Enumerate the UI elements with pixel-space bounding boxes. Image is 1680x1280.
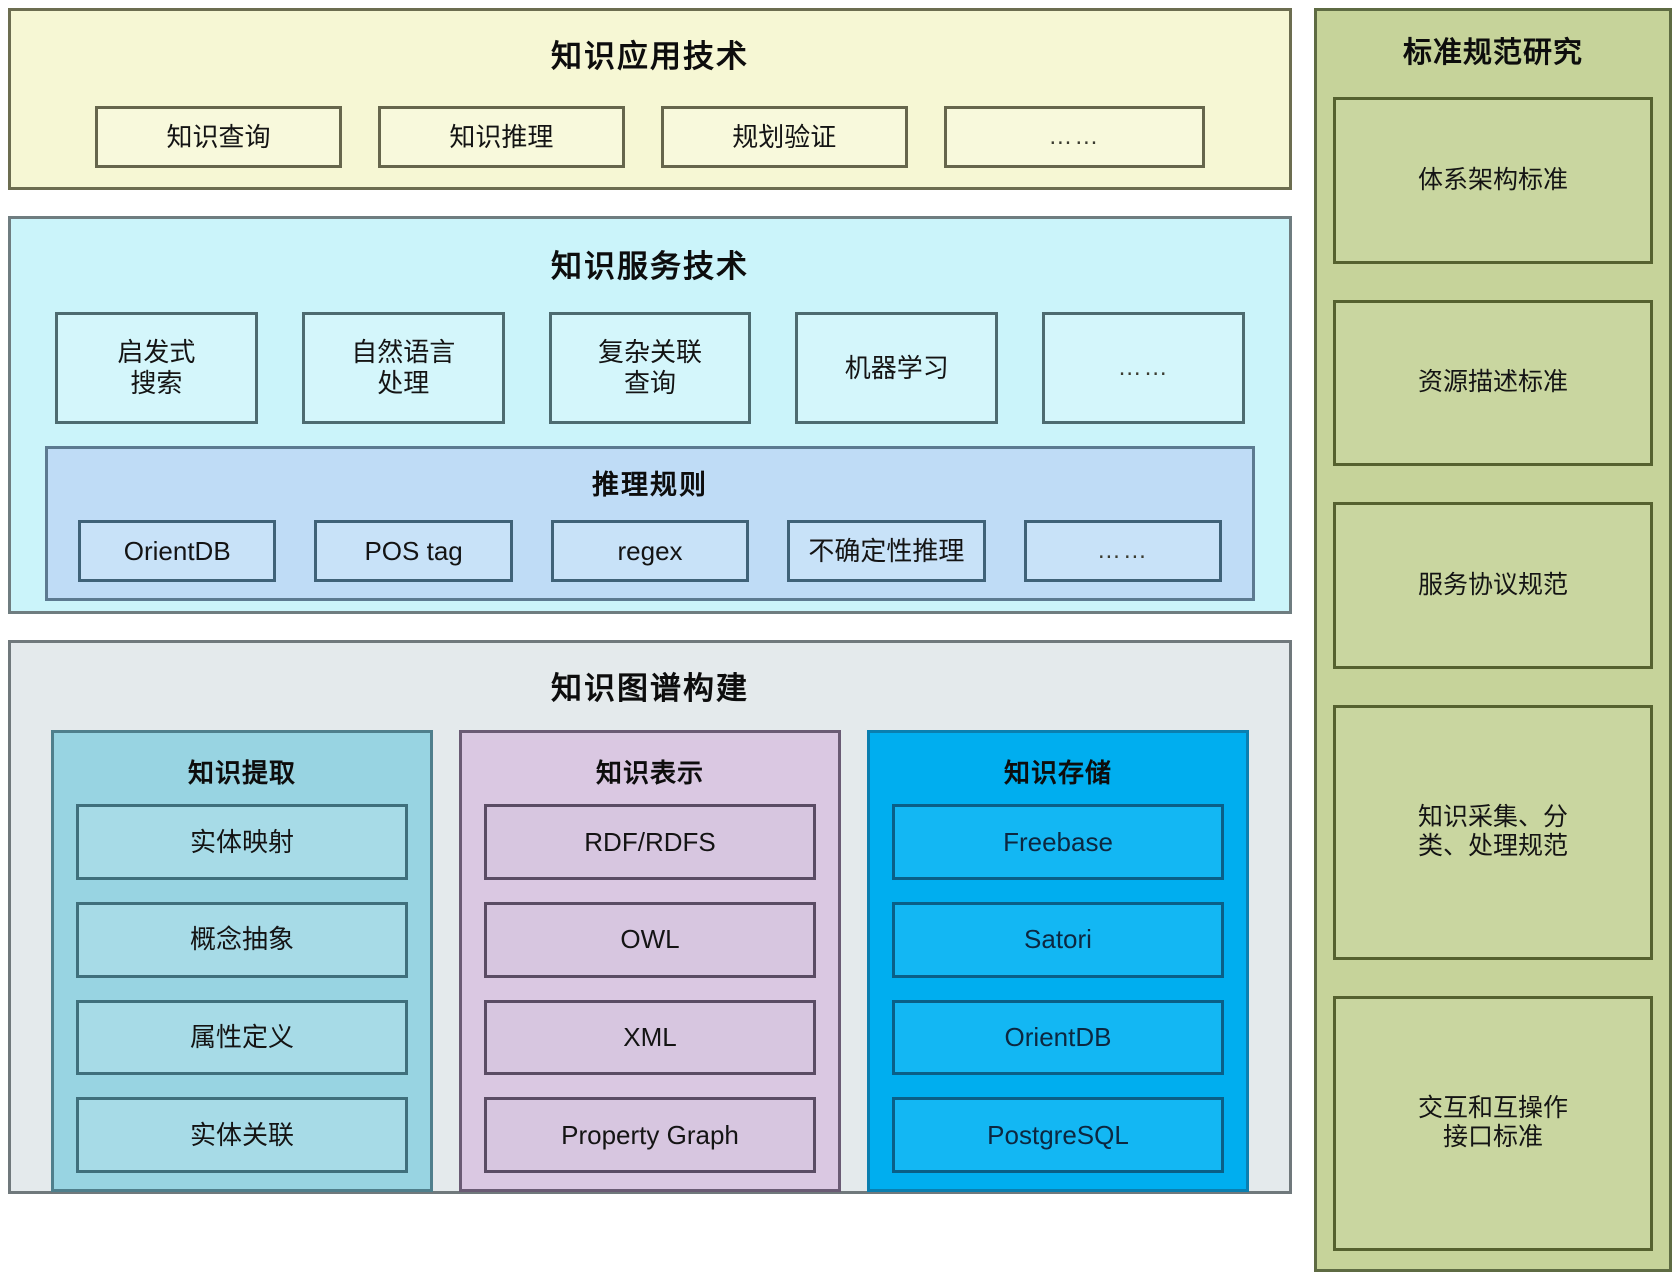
rule-item-orientdb[interactable]: OrientDB xyxy=(78,520,277,582)
rule-item-label: OrientDB xyxy=(123,535,231,566)
extraction-item-entity-mapping[interactable]: 实体映射 xyxy=(76,804,408,880)
graph-column-title: 知识存储 xyxy=(1003,758,1112,788)
service-item-label: 自然语言 处理 xyxy=(351,337,456,398)
service-item-label: 启发式 搜索 xyxy=(117,337,196,398)
standards-item-resource-description-standard[interactable]: 资源描述标准 xyxy=(1333,299,1653,467)
representation-item-property-graph[interactable]: Property Graph xyxy=(484,1097,816,1173)
rule-item-more[interactable]: …… xyxy=(1023,520,1223,582)
layer-application-title: 知识应用技术 xyxy=(551,39,749,74)
graph-item-label: 属性定义 xyxy=(189,1022,294,1053)
service-item-label: 机器学习 xyxy=(844,352,949,383)
standards-item-service-protocol-spec[interactable]: 服务协议规范 xyxy=(1333,502,1653,669)
application-item-label: 知识推理 xyxy=(449,121,554,152)
application-item-planning-verification[interactable]: 规划验证 xyxy=(660,106,908,168)
standards-item-interaction-interoperability-interface-standard[interactable]: 交互和互操作 接口标准 xyxy=(1333,995,1653,1251)
service-item-heuristic-search[interactable]: 启发式 搜索 xyxy=(55,312,258,424)
ellipsis-icon: …… xyxy=(1048,122,1101,150)
graph-column-title: 知识提取 xyxy=(187,758,296,788)
standards-item-acquisition-classification-processing-spec[interactable]: 知识采集、分 类、处理规范 xyxy=(1333,704,1653,960)
extraction-item-entity-relation[interactable]: 实体关联 xyxy=(76,1097,408,1173)
standards-item-label: 交互和互操作 接口标准 xyxy=(1417,1093,1568,1152)
standards-item-list: 体系架构标准 资源描述标准 服务协议规范 知识采集、分 类、处理规范 交互和互操作… xyxy=(1333,97,1653,1251)
service-item-nlp[interactable]: 自然语言 处理 xyxy=(301,312,505,424)
graph-column-knowledge-representation: 知识表示 RDF/RDFS OWL XML Property Graph xyxy=(459,730,841,1192)
layer-standards-research: 标准规范研究 体系架构标准 资源描述标准 服务协议规范 知识采集、分 类、处理规范… xyxy=(1314,8,1672,1272)
layer-graph-title: 知识图谱构建 xyxy=(551,671,749,706)
application-item-more[interactable]: …… xyxy=(943,106,1206,168)
service-item-machine-learning[interactable]: 机器学习 xyxy=(795,312,999,424)
storage-item-freebase[interactable]: Freebase xyxy=(892,804,1224,880)
application-item-knowledge-query[interactable]: 知识查询 xyxy=(95,106,342,168)
rule-item-label: 不确定性推理 xyxy=(808,535,965,566)
graph-item-label: 实体映射 xyxy=(189,826,294,857)
graph-item-label: OrientDB xyxy=(1004,1022,1112,1053)
graph-item-label: XML xyxy=(623,1022,677,1053)
rule-item-regex[interactable]: regex xyxy=(550,520,750,582)
application-item-row: 知识查询 知识推理 规划验证 …… xyxy=(33,106,1267,168)
reasoning-rules-row: OrientDB POS tag regex 不确定性推理 …… xyxy=(62,520,1238,582)
service-item-row: 启发式 搜索 自然语言 处理 复杂关联 查询 机器学习 …… xyxy=(29,312,1271,424)
graph-columns: 知识提取 实体映射 概念抽象 属性定义 实体关联 知识表示 RDF/RDFS O… xyxy=(27,730,1273,1192)
reasoning-rules-title: 推理规则 xyxy=(592,470,708,500)
graph-item-label: Satori xyxy=(1024,924,1092,955)
layer-knowledge-graph-construction: 知识图谱构建 知识提取 实体映射 概念抽象 属性定义 实体关联 知识表示 RDF… xyxy=(8,640,1292,1194)
storage-item-satori[interactable]: Satori xyxy=(892,901,1224,978)
rule-item-uncertainty-reasoning[interactable]: 不确定性推理 xyxy=(787,520,986,582)
graph-item-label: Freebase xyxy=(1003,826,1113,857)
representation-item-xml[interactable]: XML xyxy=(484,999,816,1076)
reasoning-rules-panel: 推理规则 OrientDB POS tag regex 不确定性推理 …… xyxy=(45,446,1255,601)
graph-column-knowledge-extraction: 知识提取 实体映射 概念抽象 属性定义 实体关联 xyxy=(51,730,433,1192)
rule-item-label: regex xyxy=(617,535,683,566)
service-item-complex-relation-query[interactable]: 复杂关联 查询 xyxy=(548,312,752,424)
application-item-label: 规划验证 xyxy=(732,121,837,152)
graph-item-label: RDF/RDFS xyxy=(584,826,716,857)
extraction-item-attribute-definition[interactable]: 属性定义 xyxy=(76,999,408,1076)
layer-standards-title: 标准规范研究 xyxy=(1402,37,1583,69)
ellipsis-icon: …… xyxy=(1117,353,1170,381)
layer-knowledge-application: 知识应用技术 知识查询 知识推理 规划验证 …… xyxy=(8,8,1292,190)
storage-item-orientdb[interactable]: OrientDB xyxy=(892,999,1224,1076)
application-item-label: 知识查询 xyxy=(166,121,271,152)
graph-column-items: RDF/RDFS OWL XML Property Graph xyxy=(484,804,816,1173)
service-item-label: 复杂关联 查询 xyxy=(597,337,702,398)
ellipsis-icon: …… xyxy=(1096,536,1149,564)
architecture-diagram: 知识应用技术 知识查询 知识推理 规划验证 …… 知识服务技术 启发式 搜索 自… xyxy=(0,0,1680,1280)
standards-item-label: 服务协议规范 xyxy=(1417,570,1568,599)
graph-item-label: 概念抽象 xyxy=(189,924,294,955)
representation-item-rdf-rdfs[interactable]: RDF/RDFS xyxy=(484,804,816,880)
representation-item-owl[interactable]: OWL xyxy=(484,901,816,978)
standards-item-label: 资源描述标准 xyxy=(1417,368,1568,397)
standards-item-label: 知识采集、分 类、处理规范 xyxy=(1417,802,1568,861)
standards-item-label: 体系架构标准 xyxy=(1417,165,1568,194)
standards-item-architecture-standard[interactable]: 体系架构标准 xyxy=(1333,97,1653,264)
service-item-more[interactable]: …… xyxy=(1042,312,1245,424)
graph-column-items: Freebase Satori OrientDB PostgreSQL xyxy=(892,804,1224,1173)
main-stack: 知识应用技术 知识查询 知识推理 规划验证 …… 知识服务技术 启发式 搜索 自… xyxy=(8,8,1292,1272)
storage-item-postgresql[interactable]: PostgreSQL xyxy=(892,1097,1224,1173)
graph-item-label: OWL xyxy=(620,924,680,955)
layer-service-title: 知识服务技术 xyxy=(551,249,749,284)
rule-item-pos-tag[interactable]: POS tag xyxy=(314,520,513,582)
standards-column: 标准规范研究 体系架构标准 资源描述标准 服务协议规范 知识采集、分 类、处理规范… xyxy=(1314,8,1672,1272)
layer-knowledge-service: 知识服务技术 启发式 搜索 自然语言 处理 复杂关联 查询 机器学习 …… 推理… xyxy=(8,216,1292,614)
application-item-knowledge-reasoning[interactable]: 知识推理 xyxy=(377,106,625,168)
graph-column-title: 知识表示 xyxy=(595,758,704,788)
extraction-item-concept-abstraction[interactable]: 概念抽象 xyxy=(76,901,408,978)
graph-item-label: 实体关联 xyxy=(189,1119,294,1150)
graph-column-items: 实体映射 概念抽象 属性定义 实体关联 xyxy=(76,804,408,1173)
graph-item-label: Property Graph xyxy=(561,1119,739,1150)
rule-item-label: POS tag xyxy=(364,535,463,566)
graph-item-label: PostgreSQL xyxy=(987,1119,1129,1150)
graph-column-knowledge-storage: 知识存储 Freebase Satori OrientDB PostgreSQL xyxy=(867,730,1249,1192)
